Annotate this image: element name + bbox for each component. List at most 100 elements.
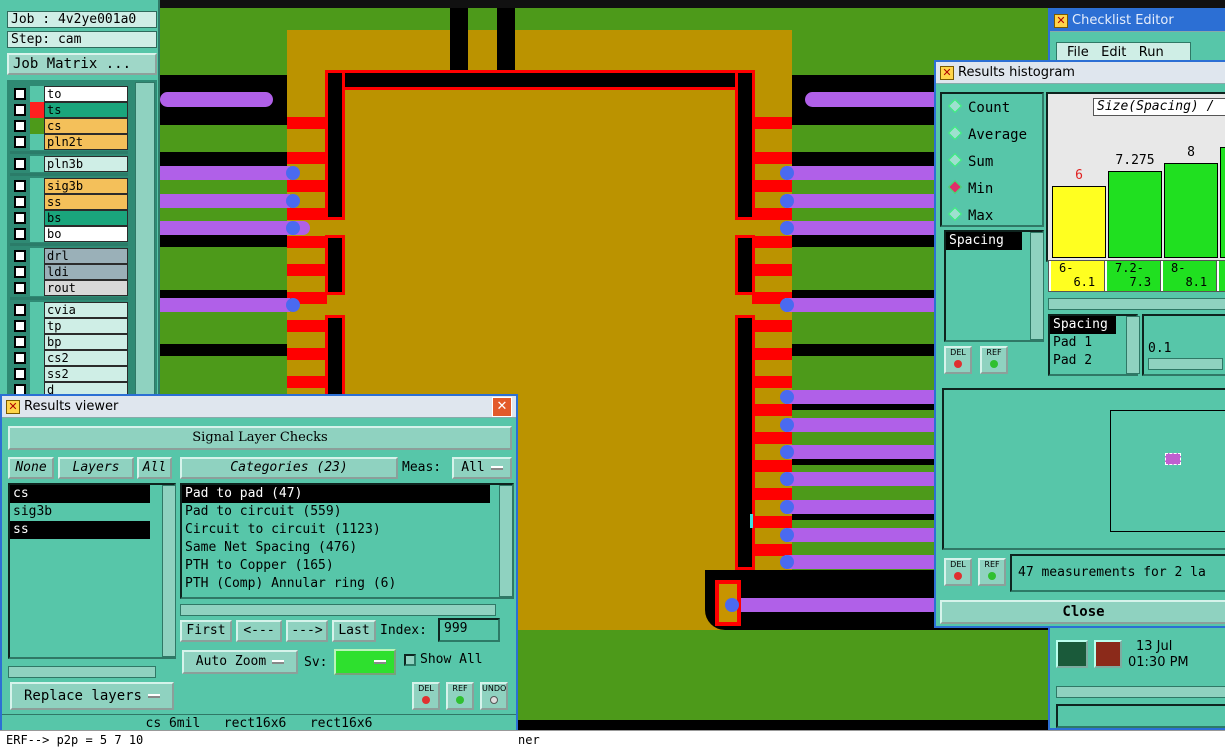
list-item[interactable]: Spacing — [1050, 316, 1116, 334]
ref-button[interactable]: REF — [446, 682, 474, 710]
job-matrix-button[interactable]: Job Matrix ... — [7, 53, 157, 75]
close-icon[interactable]: ✕ — [492, 397, 512, 417]
layer-checkbox[interactable] — [14, 368, 26, 380]
categories-button[interactable]: Categories (23) — [180, 457, 398, 479]
histogram-spacing-list[interactable]: Spacing — [944, 230, 1044, 342]
threshold-slider[interactable] — [1148, 358, 1223, 370]
layer-list-vscroll[interactable] — [162, 485, 176, 657]
layer-checkbox[interactable] — [14, 250, 26, 262]
layer-row-pln3b[interactable]: pln3b — [10, 156, 128, 172]
layer-name[interactable]: ldi — [44, 264, 128, 280]
close-button[interactable]: Close — [940, 600, 1225, 624]
layer-name[interactable]: cs — [44, 118, 128, 134]
list-item[interactable]: ss — [10, 521, 150, 539]
next-button[interactable]: ---> — [286, 620, 328, 642]
layer-checkbox[interactable] — [14, 212, 26, 224]
layer-checkbox[interactable] — [14, 352, 26, 364]
layer-row-bo[interactable]: bo — [10, 226, 128, 242]
menu-edit[interactable]: Edit — [1101, 45, 1126, 60]
histogram-bar[interactable] — [1108, 171, 1162, 258]
ref-button[interactable]: REF — [978, 558, 1006, 586]
layer-row-bs[interactable]: bs — [10, 210, 128, 226]
category-list[interactable]: Pad to pad (47) Pad to circuit (559) Circu… — [180, 483, 514, 599]
layer-row-cs[interactable]: cs — [10, 118, 128, 134]
layer-row-pln2t[interactable]: pln2t — [10, 134, 128, 150]
list-item[interactable]: Pad to circuit (559) — [182, 503, 512, 521]
checklist-titlebar[interactable]: ✕ Checklist Editor — [1050, 10, 1225, 32]
check-header[interactable]: Signal Layer Checks — [8, 426, 512, 450]
none-button[interactable]: None — [8, 457, 54, 479]
layer-name[interactable]: bo — [44, 226, 128, 242]
histogram-titlebar[interactable]: ✕ Results histogram — [936, 62, 1225, 84]
undo-button[interactable]: UNDO — [480, 682, 508, 710]
layer-checkbox[interactable] — [14, 180, 26, 192]
radio-average[interactable]: Average — [947, 125, 1027, 143]
layer-checkbox[interactable] — [14, 228, 26, 240]
layer-row-sig3b[interactable]: sig3b — [10, 178, 128, 194]
menu-run[interactable]: Run — [1139, 45, 1164, 60]
auto-zoom-dropdown[interactable]: Auto Zoom — [182, 650, 298, 674]
layer-row-drl[interactable]: drl — [10, 248, 128, 264]
index-field[interactable]: 999 — [438, 618, 500, 642]
all-button[interactable]: All — [137, 457, 172, 479]
layer-checkbox[interactable] — [14, 282, 26, 294]
last-button[interactable]: Last — [332, 620, 376, 642]
layer-checkbox[interactable] — [14, 320, 26, 332]
layer-checkbox[interactable] — [14, 336, 26, 348]
detail-list-scrollbar[interactable] — [1126, 316, 1140, 374]
menu-file[interactable]: File — [1067, 45, 1089, 60]
stop-action-icon[interactable] — [1094, 640, 1122, 668]
histogram-bar[interactable] — [1052, 186, 1106, 258]
layer-checkbox[interactable] — [14, 88, 26, 100]
layer-row-tp[interactable]: tp — [10, 318, 128, 334]
layer-checkbox[interactable] — [14, 158, 26, 170]
layer-row-rout[interactable]: rout — [10, 280, 128, 296]
sv-color-dropdown[interactable] — [334, 649, 396, 675]
histogram-bar[interactable] — [1164, 163, 1218, 258]
layer-checkbox[interactable] — [14, 104, 26, 116]
layer-name[interactable]: bp — [44, 334, 128, 350]
list-item[interactable]: Circuit to circuit (1123) — [182, 521, 512, 539]
layer-name[interactable]: to — [44, 86, 128, 102]
radio-count[interactable]: Count — [947, 98, 1010, 116]
layer-name[interactable]: bs — [44, 210, 128, 226]
layer-checkbox[interactable] — [14, 266, 26, 278]
del-button[interactable]: DEL — [944, 558, 972, 586]
list-item[interactable]: PTH to Copper (165) — [182, 557, 512, 575]
layer-row-ss2[interactable]: ss2 — [10, 366, 128, 382]
layer-name[interactable]: ss — [44, 194, 128, 210]
layer-list-scrollbar[interactable] — [135, 82, 155, 400]
radio-max[interactable]: Max — [947, 206, 993, 224]
layer-checkbox[interactable] — [14, 196, 26, 208]
list-item[interactable]: Pad 1 — [1050, 334, 1136, 352]
list-item[interactable]: Spacing — [946, 232, 1022, 250]
layer-row-ts[interactable]: ts — [10, 102, 128, 118]
layer-name[interactable]: drl — [44, 248, 128, 264]
layer-name[interactable]: cs2 — [44, 350, 128, 366]
detail-list[interactable]: Spacing Pad 1 Pad 2 — [1048, 314, 1138, 376]
category-vscroll[interactable] — [499, 485, 513, 597]
layer-row-cvia[interactable]: cvia — [10, 302, 128, 318]
layer-name[interactable]: ss2 — [44, 366, 128, 382]
layer-name[interactable]: cvia — [44, 302, 128, 318]
layer-row-bp[interactable]: bp — [10, 334, 128, 350]
layer-name[interactable]: ts — [44, 102, 128, 118]
viewer-titlebar[interactable]: ✕ Results viewer — [2, 396, 516, 418]
prev-button[interactable]: <--- — [236, 620, 282, 642]
layer-row-ss[interactable]: ss — [10, 194, 128, 210]
list-item[interactable]: cs — [10, 485, 150, 503]
show-all-checkbox[interactable] — [404, 654, 416, 666]
layer-row-ldi[interactable]: ldi — [10, 264, 128, 280]
list-item[interactable]: PTH (Comp) Annular ring (6) — [182, 575, 512, 593]
histogram-list-scrollbar[interactable] — [1030, 232, 1044, 340]
layer-name[interactable]: pln2t — [44, 134, 128, 150]
list-item[interactable]: Pad to pad (47) — [182, 485, 490, 503]
del-button[interactable]: DEL — [412, 682, 440, 710]
chart-hscroll[interactable] — [1048, 298, 1225, 310]
layer-name[interactable]: pln3b — [44, 156, 128, 172]
layers-button[interactable]: Layers — [58, 457, 134, 479]
run-action-icon[interactable] — [1056, 640, 1088, 668]
del-button[interactable]: DEL — [944, 346, 972, 374]
replace-layers-dropdown[interactable]: Replace layers — [10, 682, 174, 710]
list-item[interactable]: Same Net Spacing (476) — [182, 539, 512, 557]
